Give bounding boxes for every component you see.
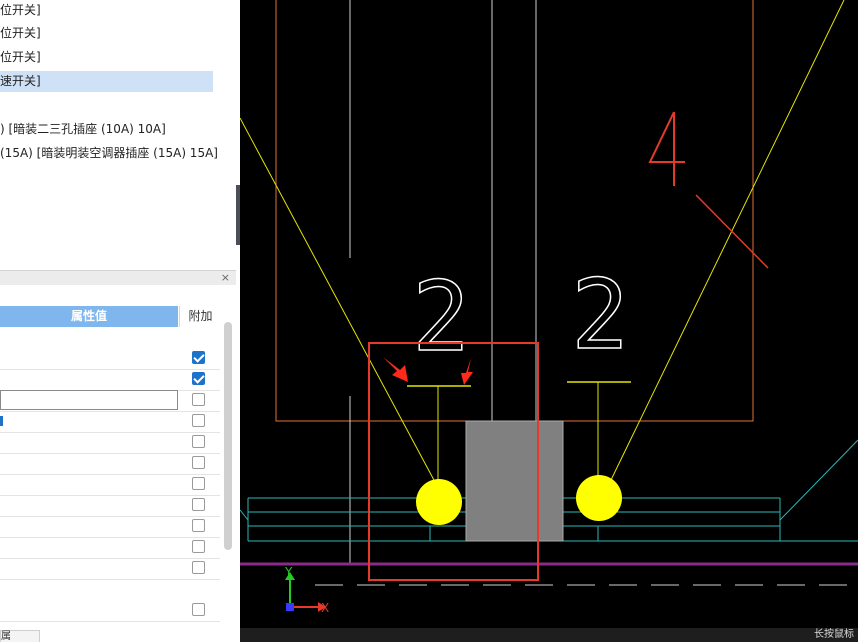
property-value-cell[interactable] [0, 495, 178, 516]
tree-item[interactable]: 位开关] [0, 23, 213, 44]
tree-item-label: 位开关] [0, 26, 41, 40]
property-row[interactable] [0, 411, 220, 433]
extra-checkbox[interactable] [192, 477, 205, 490]
property-value-input[interactable] [0, 390, 178, 410]
tree-item[interactable]: (15A) [暗装明装空调器插座 (15A) 15A] [0, 143, 218, 164]
tree-item-label: 速开关] [0, 74, 41, 88]
property-row[interactable] [0, 390, 220, 412]
label-two-left: 2 [412, 261, 470, 373]
value-marker [0, 416, 3, 426]
property-row[interactable] [0, 369, 220, 391]
property-row[interactable] [0, 537, 220, 559]
tree-item-label: ) [暗装二三孔插座 (10A) 10A] [0, 122, 166, 136]
property-value-cell[interactable] [0, 516, 178, 537]
tree-item[interactable]: 位开关] [0, 47, 213, 68]
property-scrollbar[interactable] [224, 322, 232, 550]
property-value-cell[interactable] [0, 474, 178, 495]
canvas-background [240, 0, 858, 642]
extra-checkbox[interactable] [192, 393, 205, 406]
property-value-cell[interactable] [0, 348, 178, 369]
extra-checkbox[interactable] [192, 456, 205, 469]
extra-checkbox[interactable] [192, 351, 205, 364]
column-header-extra[interactable]: 附加 [179, 306, 221, 327]
ucs-origin [286, 603, 294, 611]
property-value-cell[interactable] [0, 432, 178, 453]
property-row[interactable] [0, 600, 220, 622]
property-row[interactable] [0, 432, 220, 454]
property-value-cell[interactable] [0, 558, 178, 579]
tree-item[interactable]: ) [暗装二三孔插座 (10A) 10A] [0, 119, 166, 140]
light-fixture-left[interactable] [416, 479, 462, 525]
extra-checkbox[interactable] [192, 540, 205, 553]
tree-item-label: (15A) [暗装明装空调器插座 (15A) 15A] [0, 146, 218, 160]
property-panel-header: × [0, 270, 236, 285]
extra-checkbox[interactable] [192, 435, 205, 448]
cad-canvas[interactable]: 2 2 X Y [240, 0, 858, 642]
property-row[interactable] [0, 495, 220, 517]
tree-item-label: 位开关] [0, 50, 41, 64]
extra-checkbox[interactable] [192, 519, 205, 532]
ucs-x-label: X [321, 601, 329, 615]
property-value-cell[interactable] [0, 537, 178, 558]
property-value-cell[interactable] [0, 453, 178, 474]
status-text: 长按鼠标 [814, 629, 854, 640]
extra-checkbox[interactable] [192, 414, 205, 427]
extra-checkbox[interactable] [192, 498, 205, 511]
label-two-right: 2 [571, 259, 629, 371]
property-row[interactable] [0, 558, 220, 580]
status-bar: 长按鼠标 [240, 628, 858, 642]
property-row[interactable] [0, 474, 220, 496]
left-panel: 位开关] 位开关] 位开关] 速开关] ) [暗装二三孔插座 (10A) 10A… [0, 0, 240, 642]
property-row[interactable] [0, 348, 220, 370]
extra-checkbox[interactable] [192, 561, 205, 574]
property-row[interactable] [0, 516, 220, 538]
property-row[interactable] [0, 453, 220, 475]
bottom-tab[interactable]: 属 [0, 630, 40, 642]
light-fixture-right[interactable] [576, 475, 622, 521]
tree-item-label: 位开关] [0, 3, 41, 17]
extra-checkbox[interactable] [192, 372, 205, 385]
tree-item-selected[interactable]: 速开关] [0, 71, 213, 92]
close-icon[interactable]: × [221, 271, 230, 285]
extra-checkbox[interactable] [192, 603, 205, 616]
tree-item[interactable]: 位开关] [0, 0, 213, 21]
bottom-tab-label: 属 [1, 631, 11, 642]
property-value-cell[interactable] [0, 369, 178, 390]
ucs-y-label: Y [284, 565, 293, 579]
column-header-value[interactable]: 属性值 [0, 306, 178, 327]
property-value-cell[interactable] [0, 411, 178, 432]
gray-block [465, 420, 564, 542]
property-value-cell[interactable] [0, 600, 178, 621]
